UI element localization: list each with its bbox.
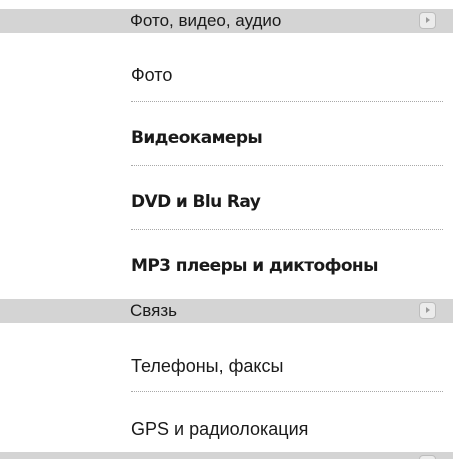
category-link-telefony-faksy[interactable]: Телефоны, факсы — [131, 355, 283, 377]
item-separator — [131, 101, 443, 102]
item-separator — [131, 391, 443, 392]
category-link-mp3-pleery[interactable]: MP3 плееры и диктофоны — [131, 255, 378, 277]
section-header-next[interactable] — [0, 452, 453, 459]
chevron-right-icon[interactable] — [419, 302, 436, 319]
chevron-right-icon[interactable] — [419, 12, 436, 29]
category-link-gps[interactable]: GPS и радиолокация — [131, 418, 308, 440]
section-header-svyaz[interactable]: Связь — [0, 299, 453, 323]
chevron-right-icon[interactable] — [419, 455, 436, 459]
item-separator — [131, 165, 443, 166]
category-link-videokamery[interactable]: Видеокамеры — [131, 127, 263, 149]
item-separator — [131, 229, 443, 230]
section-title: Фото, видео, аудио — [130, 11, 282, 30]
section-header-foto-video-audio[interactable]: Фото, видео, аудио — [0, 9, 453, 33]
section-title: Связь — [130, 301, 177, 320]
category-link-foto[interactable]: Фото — [131, 64, 172, 86]
category-link-dvd-blu-ray[interactable]: DVD и Blu Ray — [131, 191, 261, 213]
